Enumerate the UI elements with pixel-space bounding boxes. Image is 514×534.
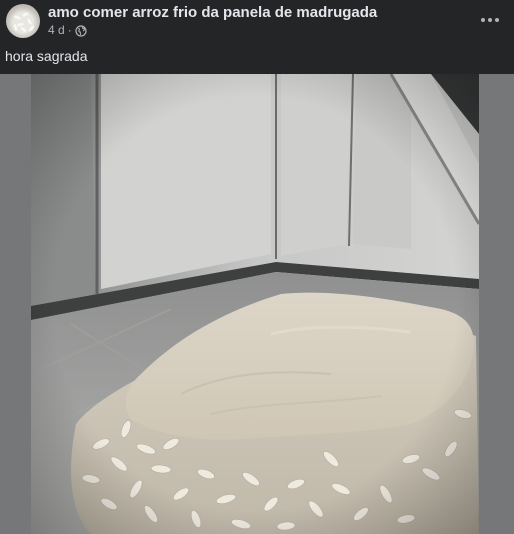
- post-timestamp[interactable]: 4 d: [48, 23, 65, 38]
- post-photo[interactable]: [31, 74, 479, 534]
- globe-icon: [75, 24, 87, 37]
- post-photo-container: [0, 74, 514, 534]
- group-avatar[interactable]: [6, 4, 40, 38]
- meta-separator: ·: [67, 23, 72, 37]
- post-meta: 4 d ·: [48, 23, 87, 38]
- more-horizontal-icon: [481, 18, 485, 22]
- group-name-link[interactable]: amo comer arroz frio da panela de madrug…: [48, 4, 377, 22]
- facebook-post: amo comer arroz frio da panela de madrug…: [0, 0, 514, 534]
- post-header: amo comer arroz frio da panela de madrug…: [0, 0, 514, 42]
- post-caption: hora sagrada: [5, 48, 88, 64]
- more-options-button[interactable]: [476, 8, 504, 32]
